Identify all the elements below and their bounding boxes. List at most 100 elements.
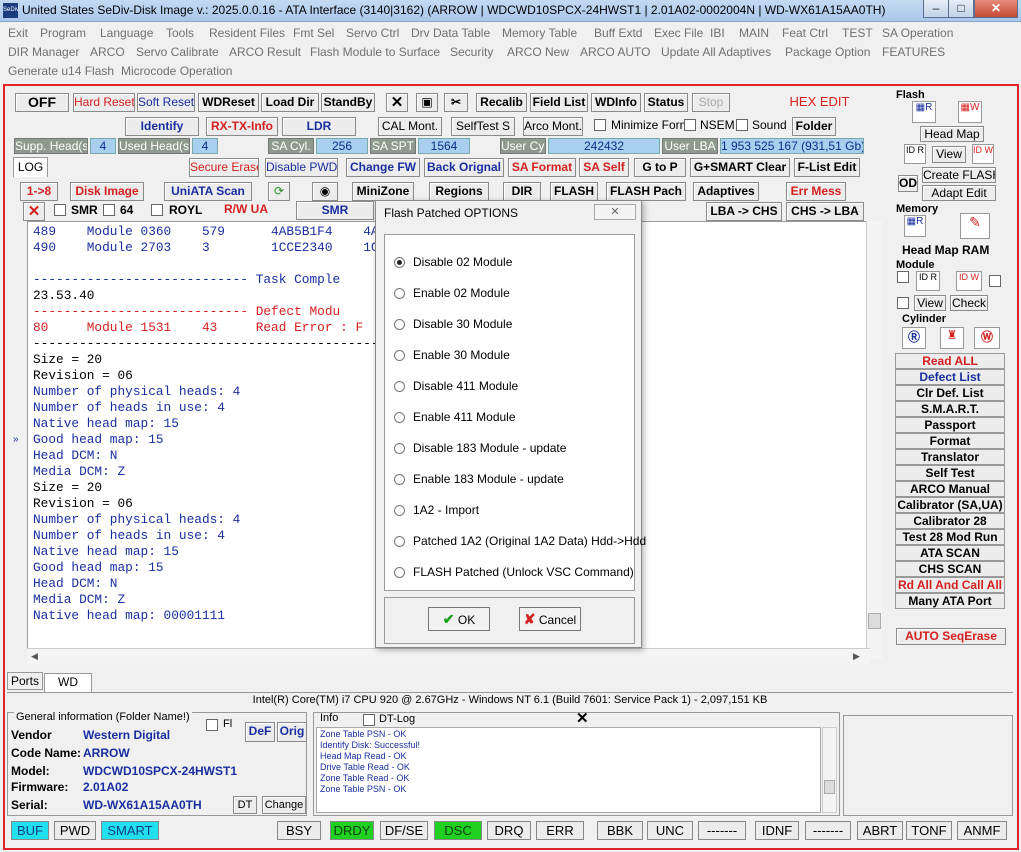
close-x-icon[interactable]: ✕ bbox=[386, 93, 408, 112]
module-view-button[interactable]: View bbox=[914, 295, 946, 311]
one-to-eight-button[interactable]: 1->8 bbox=[20, 182, 58, 201]
info-scrollbar[interactable] bbox=[822, 727, 837, 813]
test-28-mod-run-button[interactable]: Test 28 Mod Run bbox=[895, 529, 1005, 545]
scroll-right-icon[interactable]: ▶ bbox=[853, 651, 860, 662]
clear-x-icon[interactable]: ✕ bbox=[23, 202, 45, 221]
err-mess-button[interactable]: Err Mess bbox=[786, 182, 846, 201]
flash-pach-button[interactable]: FLASH Pach bbox=[606, 182, 686, 201]
info-close-icon[interactable]: ✕ bbox=[576, 709, 589, 727]
lba-to-chs-button[interactable]: LBA -> CHS bbox=[706, 202, 782, 221]
wdinfo-button[interactable]: WDInfo bbox=[591, 93, 641, 112]
menu-item-arco-result[interactable]: ARCO Result bbox=[229, 45, 301, 59]
info-scroll-thumb[interactable] bbox=[824, 780, 835, 794]
arco-mont-button[interactable]: Arco Mont. bbox=[523, 117, 583, 136]
dt-button[interactable]: DT bbox=[233, 796, 257, 814]
module-checkbox-2[interactable] bbox=[989, 275, 1001, 287]
minimize-form-checkbox[interactable] bbox=[594, 119, 606, 131]
selftest-button[interactable]: SelfTest S bbox=[451, 117, 515, 136]
menu-item-update-all-adaptives[interactable]: Update All Adaptives bbox=[661, 45, 771, 59]
read-all-button[interactable]: Read ALL bbox=[895, 353, 1005, 369]
menu-item-ibi[interactable]: IBI bbox=[710, 26, 725, 40]
create-flash-button[interactable]: Create FLASH bbox=[922, 167, 996, 183]
sa-self-button[interactable]: SA Self bbox=[579, 158, 629, 177]
cal-mont-button[interactable]: CAL Mont. bbox=[378, 117, 442, 136]
head-map-ram-label[interactable]: Head Map RAM bbox=[902, 243, 989, 257]
module-check-button[interactable]: Check bbox=[950, 295, 988, 311]
scroll-thumb[interactable] bbox=[868, 613, 881, 629]
hard-reset-button[interactable]: Hard Reset bbox=[73, 93, 135, 112]
tab-wd[interactable]: WD bbox=[44, 673, 92, 692]
menu-item-flash-module-to-surface[interactable]: Flash Module to Surface bbox=[310, 45, 440, 59]
menu-item-dir-manager[interactable]: DIR Manager bbox=[8, 45, 79, 59]
cylinder-erase-icon[interactable]: ♜ bbox=[940, 327, 964, 349]
cylinder-write-icon[interactable]: Ⓦ bbox=[974, 327, 1000, 349]
uniata-scan-button[interactable]: UniATA Scan bbox=[164, 182, 252, 201]
menu-item-tools[interactable]: Tools bbox=[166, 26, 194, 40]
format-button[interactable]: Format bbox=[895, 433, 1005, 449]
minizone-button[interactable]: MiniZone bbox=[352, 182, 414, 201]
status-button[interactable]: Status bbox=[644, 93, 688, 112]
passport-button[interactable]: Passport bbox=[895, 417, 1005, 433]
menu-item-program[interactable]: Program bbox=[40, 26, 86, 40]
id-write-icon[interactable]: ID W bbox=[972, 144, 994, 164]
stop-button[interactable]: Stop bbox=[692, 93, 730, 112]
id-read-icon[interactable]: ID R bbox=[904, 144, 926, 164]
menu-item-feat-ctrl[interactable]: Feat Ctrl bbox=[782, 26, 828, 40]
identify-button[interactable]: Identify bbox=[125, 117, 199, 136]
radio-option[interactable]: Enable 30 Module bbox=[394, 348, 510, 362]
translator-button[interactable]: Translator bbox=[895, 449, 1005, 465]
tools-icon[interactable]: ✂ bbox=[444, 93, 468, 112]
disk-image-button[interactable]: Disk Image bbox=[70, 182, 144, 201]
g-smart-clear-button[interactable]: G+SMART Clear bbox=[690, 158, 790, 177]
disable-pwd-button[interactable]: Disable PWD bbox=[265, 158, 338, 177]
menu-item-memory-table[interactable]: Memory Table bbox=[502, 26, 577, 40]
radio-button[interactable] bbox=[394, 412, 405, 423]
field-list-button[interactable]: Field List bbox=[530, 93, 588, 112]
menu-item-servo-ctrl[interactable]: Servo Ctrl bbox=[346, 26, 399, 40]
radio-button[interactable] bbox=[394, 567, 405, 578]
off-button[interactable]: OFF bbox=[15, 93, 69, 112]
calibrator-28-button[interactable]: Calibrator 28 bbox=[895, 513, 1005, 529]
cancel-button[interactable]: ✘ Cancel bbox=[519, 607, 581, 631]
menu-item-arco-new[interactable]: ARCO New bbox=[507, 45, 569, 59]
flash-write-icon[interactable]: ▦W bbox=[958, 101, 982, 123]
close-button[interactable]: ✕ bbox=[974, 0, 1018, 18]
radio-button[interactable] bbox=[394, 443, 405, 454]
radio-option[interactable]: Disable 30 Module bbox=[394, 317, 512, 331]
royl-checkbox[interactable] bbox=[151, 204, 163, 216]
menu-item-main[interactable]: MAIN bbox=[739, 26, 769, 40]
chs-scan-button[interactable]: CHS SCAN bbox=[895, 561, 1005, 577]
rw-ua-button[interactable]: R/W UA bbox=[216, 201, 276, 220]
menu-item-resident-files[interactable]: Resident Files bbox=[209, 26, 285, 40]
flash-button[interactable]: FLASH bbox=[550, 182, 598, 201]
folder-button[interactable]: Folder bbox=[792, 117, 836, 136]
module-checkbox-1[interactable] bbox=[897, 271, 909, 283]
module-write-icon[interactable]: ID W bbox=[956, 271, 982, 291]
radio-option[interactable]: Enable 183 Module - update bbox=[394, 472, 564, 486]
def-button[interactable]: DeF bbox=[245, 722, 275, 742]
menu-item-exit[interactable]: Exit bbox=[8, 26, 28, 40]
rd-all-and-call-all-button[interactable]: Rd All And Call All bbox=[895, 577, 1005, 593]
save-icon[interactable]: ▣ bbox=[416, 93, 438, 112]
radio-option[interactable]: Disable 02 Module bbox=[394, 255, 512, 269]
secure-erase-button[interactable]: Secure Erase bbox=[189, 158, 259, 177]
menu-item-microcode-operation[interactable]: Microcode Operation bbox=[121, 64, 232, 78]
module-read-icon[interactable]: ID R bbox=[916, 271, 940, 291]
menu-item-security[interactable]: Security bbox=[450, 45, 493, 59]
console-horizontal-scrollbar[interactable]: ◀ ▶ bbox=[27, 648, 870, 664]
radio-option[interactable]: Disable 183 Module - update bbox=[394, 441, 566, 455]
dialog-close-button[interactable]: ✕ bbox=[594, 204, 636, 220]
refresh-icon[interactable]: ⟳ bbox=[268, 182, 290, 201]
change-button[interactable]: Change bbox=[262, 796, 306, 814]
calibrator-sa-ua-button[interactable]: Calibrator (SA,UA) bbox=[895, 497, 1005, 513]
menu-item-arco[interactable]: ARCO bbox=[90, 45, 125, 59]
menu-item-language[interactable]: Language bbox=[100, 26, 153, 40]
radio-button[interactable] bbox=[394, 505, 405, 516]
menu-item-drv-data-table[interactable]: Drv Data Table bbox=[411, 26, 490, 40]
menu-item-features[interactable]: FEATURES bbox=[882, 45, 945, 59]
info-log-list[interactable]: Zone Table PSN - OK Identify Disk: Succes… bbox=[316, 727, 821, 813]
menu-item-buff-extd[interactable]: Buff Extd bbox=[594, 26, 642, 40]
hex-edit-button[interactable]: HEX EDIT bbox=[782, 93, 857, 112]
sa-format-button[interactable]: SA Format bbox=[508, 158, 576, 177]
f-list-edit-button[interactable]: F-List Edit bbox=[794, 158, 860, 177]
